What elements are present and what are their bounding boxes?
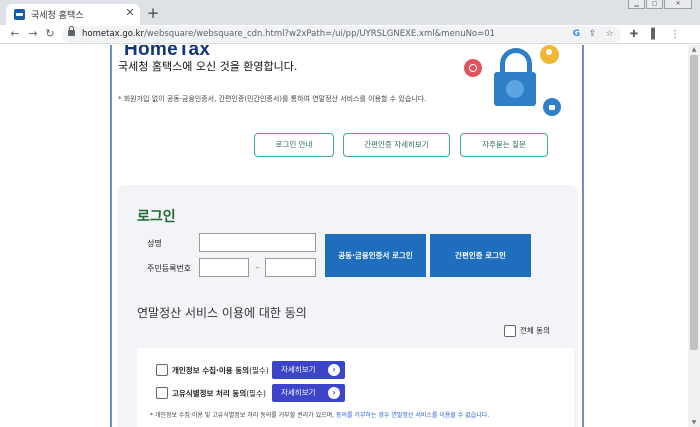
window-controls: ▁ ▢ ✕ <box>628 0 692 9</box>
consent-footnote: * 개인정보 수집·이용 및 고유식별정보 처리 동의를 거부할 권리가 있으며… <box>150 412 490 419</box>
welcome-heading: 국세청 홈택스에 오신 것을 환영합니다. <box>118 60 298 73</box>
rrn-separator: - <box>256 263 259 272</box>
hometax-favicon-icon <box>14 9 25 20</box>
tab-close-icon[interactable]: ✕ <box>123 6 137 20</box>
maximize-icon[interactable]: ▢ <box>646 0 663 9</box>
browser-toolbar: ← → ↻ hometax.go.kr/websquare/websquare_… <box>0 25 700 44</box>
window-close-icon[interactable]: ✕ <box>664 0 692 9</box>
clock-badge-icon <box>464 59 482 77</box>
rrn-back-input[interactable] <box>265 258 316 277</box>
lock-badge-icon <box>543 98 561 116</box>
page-content: HomeTax 국세청 홈택스에 오신 것을 환영합니다. * 회원가입 없이 … <box>0 45 688 427</box>
forward-icon[interactable]: → <box>26 27 40 41</box>
user-badge-icon <box>540 45 559 64</box>
padlock-face-icon <box>506 80 524 98</box>
back-icon[interactable]: ← <box>8 27 22 41</box>
puzzle-icon[interactable]: ✚ <box>627 28 641 42</box>
lock-icon[interactable] <box>68 26 75 36</box>
rrn-label: 주민등록번호 <box>147 264 192 273</box>
menu-dots-icon[interactable]: ⋮ <box>668 28 682 42</box>
privacy-consent-checkbox[interactable] <box>156 364 168 376</box>
unique-id-consent-label[interactable]: 고유식별정보 처리 동의(필수) <box>172 388 266 399</box>
minimize-icon[interactable]: ▁ <box>628 0 645 9</box>
sidepanel-icon[interactable]: ▐ <box>644 28 658 42</box>
consent-title: 연말정산 서비스 이용에 대한 동의 <box>137 306 307 320</box>
name-input[interactable] <box>199 233 316 252</box>
chevron-right-icon: › <box>328 387 340 399</box>
unique-id-consent-checkbox[interactable] <box>156 387 168 399</box>
login-title: 로그인 <box>137 209 176 225</box>
google-icon[interactable]: G <box>570 28 583 41</box>
agree-all-label[interactable]: 전체 동의 <box>520 325 550 336</box>
faq-button[interactable]: 자주묻는 질문 <box>460 133 548 157</box>
scroll-up-icon[interactable]: ▲ <box>688 45 700 54</box>
simple-login-button[interactable]: 간편인증 로그인 <box>430 234 531 277</box>
privacy-detail-button[interactable]: 자세히보기 › <box>272 361 345 379</box>
reload-icon[interactable]: ↻ <box>43 27 57 41</box>
tab-title: 국세청 홈택스 <box>31 11 84 21</box>
new-tab-button[interactable]: + <box>145 6 161 22</box>
share-icon[interactable]: ⇪ <box>586 28 599 41</box>
rrn-front-input[interactable] <box>199 258 249 277</box>
privacy-consent-label[interactable]: 개인정보 수집·이용 동의(필수) <box>172 365 269 376</box>
scroll-down-icon[interactable]: ▼ <box>688 418 700 427</box>
login-guide-button[interactable]: 로그인 안내 <box>254 133 334 157</box>
name-label: 성명 <box>147 239 162 248</box>
notice-text: * 회원가입 없이 공동·금융인증서, 간편인증(민간인증서)를 통하여 연말정… <box>118 95 427 103</box>
browser-tab[interactable]: 국세청 홈택스 ✕ <box>6 4 140 25</box>
url-text[interactable]: hometax.go.kr/websquare/websquare_cdn.ht… <box>82 29 495 39</box>
browser-tab-strip: 국세청 홈택스 ✕ + ▁ ▢ ✕ <box>0 0 700 25</box>
chevron-right-icon: › <box>328 364 340 376</box>
scrollbar-thumb[interactable] <box>690 55 698 350</box>
cert-login-button[interactable]: 공동·금융인증서 로그인 <box>325 234 426 277</box>
unique-id-detail-button[interactable]: 자세히보기 › <box>272 384 345 402</box>
star-icon[interactable]: ☆ <box>603 28 616 41</box>
agree-all-checkbox[interactable] <box>504 325 516 337</box>
simple-auth-detail-button[interactable]: 간편인증 자세히보기 <box>343 133 450 157</box>
vertical-scrollbar[interactable]: ▲ ▼ <box>688 45 700 427</box>
address-bar[interactable]: hometax.go.kr/websquare/websquare_cdn.ht… <box>62 26 621 43</box>
